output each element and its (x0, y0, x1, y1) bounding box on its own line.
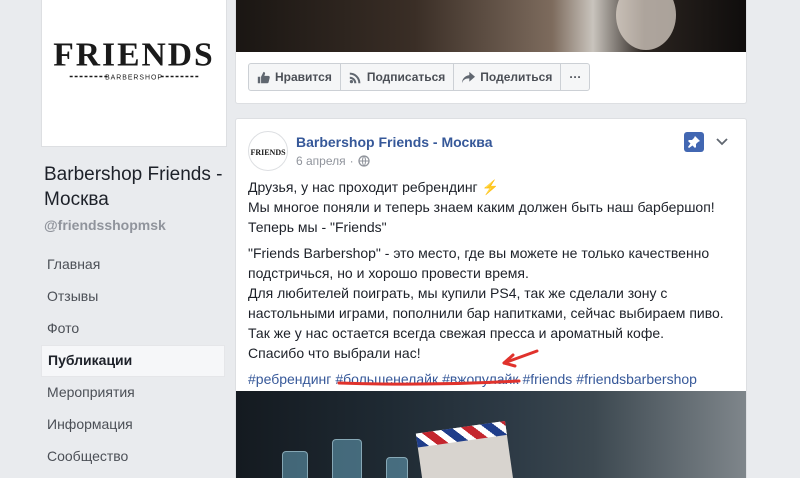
hashtag-link[interactable]: #большенелайк (335, 371, 438, 387)
post-paragraph-1: Друзья, у нас проходит ребрендинг ⚡ Мы м… (248, 177, 738, 237)
glass-shape (282, 451, 308, 478)
pin-icon[interactable] (684, 132, 704, 152)
barber-box (415, 421, 515, 478)
friends-logo: FRIENDS (250, 148, 286, 157)
more-actions-button[interactable]: ··· (561, 64, 589, 90)
chevron-down-icon (716, 138, 728, 146)
nav-item-home[interactable]: Главная (41, 249, 225, 281)
share-label: Поделиться (480, 70, 553, 84)
post-meta: 6 апреля · (296, 154, 370, 168)
subscribe-label: Подписаться (366, 70, 446, 84)
nav-item-posts[interactable]: Публикации (41, 345, 225, 377)
share-arrow-icon (462, 71, 476, 83)
post-text: Друзья, у нас проходит ребрендинг ⚡ Мы м… (248, 177, 738, 389)
share-button[interactable]: Поделиться (454, 64, 562, 90)
hashtags: #ребрендинг #большенелайк #вжопулайк #frien… (248, 369, 738, 389)
hashtag-link[interactable]: #вжопулайк (442, 371, 518, 387)
nav-item-about[interactable]: Информация (41, 409, 225, 441)
post-photo[interactable] (236, 391, 746, 478)
globe-icon[interactable] (357, 155, 370, 167)
post-line: Теперь мы - "Friends" (248, 219, 387, 235)
glass-shape (332, 439, 362, 478)
post-options-button[interactable] (712, 131, 732, 151)
post-line: Друзья, у нас проходит ребрендинг (248, 179, 478, 195)
page-handle[interactable]: @friendsshopmsk (44, 217, 166, 233)
friends-logo: FRIENDS BARBERSHOP (53, 37, 214, 82)
rss-icon (349, 72, 361, 83)
page-title[interactable]: Barbershop Friends - Москва (44, 162, 234, 212)
post-line: "Friends Barbershop" - это место, где вы… (248, 245, 710, 281)
more-label: ··· (569, 70, 582, 84)
logo-text: FRIENDS (53, 37, 214, 74)
post-date[interactable]: 6 апреля (296, 154, 346, 168)
nav-item-reviews[interactable]: Отзывы (41, 281, 225, 313)
nav-item-photos[interactable]: Фото (41, 313, 225, 345)
pinned-post-card: FRIENDS Barbershop Friends - Москва 6 ап… (235, 118, 747, 478)
thumbs-up-icon (257, 71, 270, 83)
logo-subtext: BARBERSHOP (105, 74, 163, 81)
glass-shape (386, 457, 408, 478)
nav-item-events[interactable]: Мероприятия (41, 377, 225, 409)
meta-separator: · (349, 154, 354, 168)
profile-picture[interactable]: FRIENDS BARBERSHOP (41, 0, 227, 147)
hashtag-link[interactable]: #friends (522, 371, 572, 387)
post-line: Для любителей поиграть, мы купили PS4, т… (248, 285, 724, 321)
avatar-logo-text: FRIENDS (250, 148, 286, 157)
lightning-emoji: ⚡ (481, 179, 499, 195)
nav-item-community[interactable]: Сообщество (41, 441, 225, 473)
previous-post-card: Нравится Подписаться Поделиться ··· (235, 0, 747, 104)
post-paragraph-2: "Friends Barbershop" - это место, где вы… (248, 243, 738, 363)
post-line: Спасибо что выбрали нас! (248, 345, 421, 361)
post-author[interactable]: Barbershop Friends - Москва (296, 134, 493, 150)
author-avatar[interactable]: FRIENDS (248, 131, 288, 171)
like-label: Нравится (275, 70, 332, 84)
post-line: Так же у нас остается всегда свежая прес… (248, 325, 665, 341)
subscribe-button[interactable]: Подписаться (341, 64, 455, 90)
post-line: Мы многое поняли и теперь знаем каким до… (248, 199, 715, 215)
page-nav: Главная Отзывы Фото Публикации Мероприят… (41, 249, 225, 473)
hashtag-link[interactable]: #ребрендинг (248, 371, 331, 387)
previous-post-photo[interactable] (236, 0, 746, 52)
like-page-button[interactable]: Нравится (249, 64, 341, 90)
hashtag-link[interactable]: #friendsbarbershop (576, 371, 697, 387)
page-action-bar: Нравится Подписаться Поделиться ··· (248, 63, 591, 91)
